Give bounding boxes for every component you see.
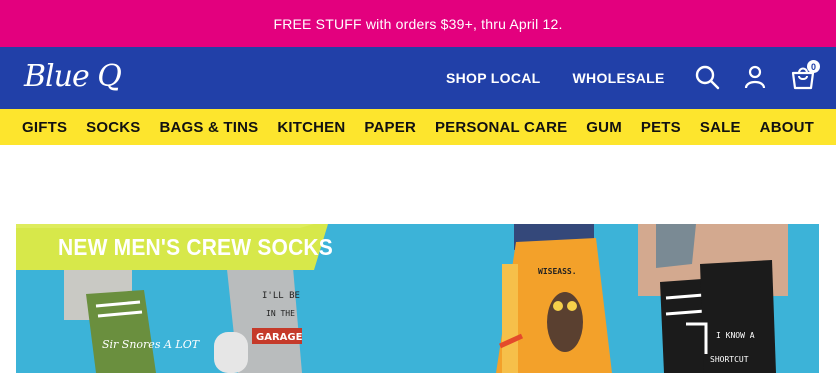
sock3-text: WISEASS. [538,267,577,276]
category-bags-tins[interactable]: BAGS & TINS [159,119,258,136]
account-icon[interactable] [742,64,768,90]
cart-icon[interactable]: 0 [790,60,820,90]
cart-count-badge: 0 [807,60,820,73]
brand-logo[interactable]: Blue Q [24,58,122,96]
sock1-text: Sir Snores A LOT [102,338,201,351]
category-nav: GIFTS SOCKS BAGS & TINS KITCHEN PAPER PE… [0,109,836,145]
category-kitchen[interactable]: KITCHEN [277,119,345,136]
logo-text: Blue Q [24,59,122,94]
category-socks[interactable]: SOCKS [86,119,140,136]
category-paper[interactable]: PAPER [364,119,416,136]
hero-banner-image[interactable]: Sir Snores A LOT I'LL BE IN THE GARAGE W… [16,224,819,373]
search-icon[interactable] [694,64,720,90]
site-header: Blue Q SHOP LOCAL WHOLESALE 0 [0,47,836,109]
category-personal-care[interactable]: PERSONAL CARE [435,119,567,136]
sock2-text-bottom: GARAGE [256,332,303,343]
sock4-text-line1: I KNOW A [716,331,755,340]
nav-shop-local[interactable]: SHOP LOCAL [446,70,541,86]
header-nav: SHOP LOCAL WHOLESALE [446,47,665,109]
header-icons: 0 [694,60,820,90]
hero-title: NEW MEN'S CREW SOCKS [58,235,334,261]
category-gum[interactable]: GUM [586,119,622,136]
nav-wholesale[interactable]: WHOLESALE [573,70,665,86]
sock4-text-line2: SHORTCUT [710,355,749,364]
category-sale[interactable]: SALE [700,119,741,136]
category-about[interactable]: ABOUT [760,119,814,136]
promo-text: FREE STUFF with orders $39+, thru April … [273,15,563,32]
promo-bar: FREE STUFF with orders $39+, thru April … [0,0,836,47]
category-gifts[interactable]: GIFTS [22,119,67,136]
sock2-text-top: I'LL BE [262,291,300,301]
sock2-text-mid: IN THE [266,309,295,318]
category-pets[interactable]: PETS [641,119,681,136]
